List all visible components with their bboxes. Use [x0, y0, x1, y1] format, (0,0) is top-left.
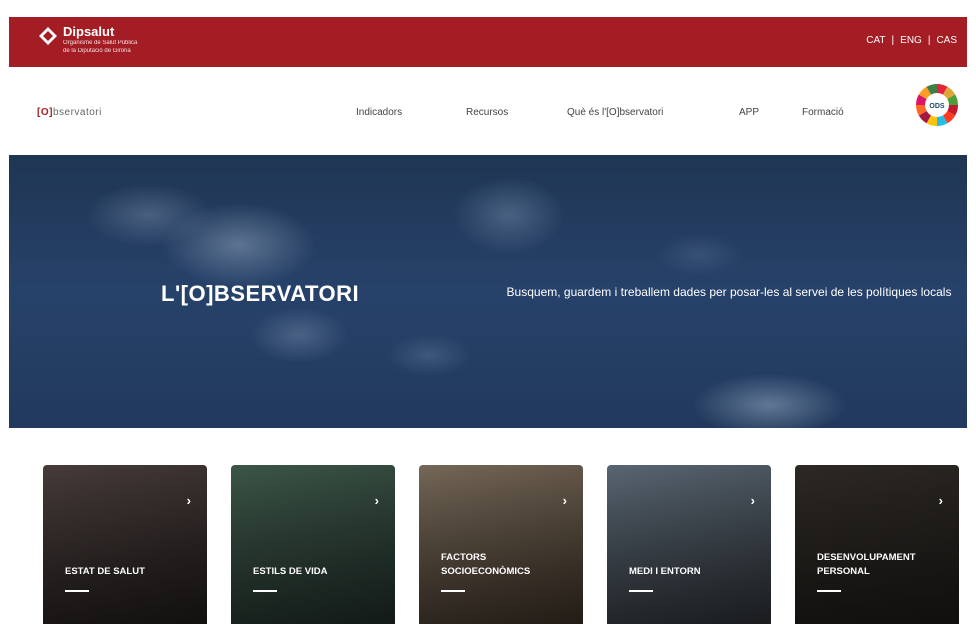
chevron-right-icon: ›	[186, 493, 191, 508]
card-overlay	[419, 465, 583, 624]
ods-wheel-icon[interactable]: ODS	[915, 83, 959, 127]
card-overlay	[607, 465, 771, 624]
card-label-line: DESENVOLUPAMENT	[817, 552, 916, 564]
card-factors-socioeconomics[interactable]: › FACTORS SOCIOECONÒMICS	[419, 465, 583, 624]
dipsalut-emblem-icon	[39, 27, 57, 45]
card-estils-de-vida[interactable]: › ESTILS DE VIDA	[231, 465, 395, 624]
card-label: DESENVOLUPAMENT PERSONAL	[817, 551, 916, 578]
site-logo-suffix: bservatori	[52, 107, 102, 118]
hero-tagline: Busquem, guardem i treballem dades per p…	[506, 285, 952, 299]
card-label: ESTILS DE VIDA	[253, 565, 327, 578]
site-logo-prefix: [O]	[37, 107, 53, 118]
lang-separator: |	[927, 35, 931, 46]
chevron-right-icon: ›	[750, 493, 755, 508]
card-underline	[441, 590, 465, 592]
main-navigation: [O]bservatori Indicadors Recursos Què és…	[9, 67, 967, 155]
brand-subtitle: de la Diputació de Girona	[63, 48, 131, 54]
card-label-line: SOCIOECONÒMICS	[441, 565, 531, 577]
card-medi-i-entorn[interactable]: › MEDI I ENTORN	[607, 465, 771, 624]
top-bar: Dipsalut Organisme de Salut Pública de l…	[9, 17, 967, 67]
chevron-right-icon: ›	[562, 493, 567, 508]
chevron-right-icon: ›	[938, 493, 943, 508]
brand-name: Dipsalut	[63, 24, 115, 39]
lang-separator: |	[891, 35, 895, 46]
lang-eng-link[interactable]: ENG	[900, 35, 922, 46]
card-overlay	[231, 465, 395, 624]
card-overlay	[795, 465, 959, 624]
card-underline	[65, 590, 89, 592]
lang-cas-link[interactable]: CAS	[936, 35, 957, 46]
card-label-line: PERSONAL	[817, 565, 870, 577]
lang-cat-link[interactable]: CAT	[866, 35, 885, 46]
brand-subtitle: Organisme de Salut Pública	[63, 40, 138, 46]
card-label: FACTORS SOCIOECONÒMICS	[441, 551, 530, 578]
card-label-line: ESTILS DE VIDA	[253, 565, 328, 577]
card-label-line: ESTAT DE SALUT	[65, 565, 145, 577]
nav-item-recursos[interactable]: Recursos	[466, 107, 508, 118]
nav-item-app[interactable]: APP	[739, 107, 759, 118]
card-label-line: FACTORS	[441, 552, 487, 564]
card-underline	[817, 590, 841, 592]
site-logo[interactable]: [O]bservatori	[37, 107, 102, 118]
card-label: MEDI I ENTORN	[629, 565, 701, 578]
nav-item-formacio[interactable]: Formació	[802, 107, 844, 118]
chevron-right-icon: ›	[374, 493, 379, 508]
ods-label: ODS	[929, 103, 945, 110]
card-overlay	[43, 465, 207, 624]
card-estat-de-salut[interactable]: › ESTAT DE SALUT	[43, 465, 207, 624]
card-label: ESTAT DE SALUT	[65, 565, 145, 578]
card-underline	[629, 590, 653, 592]
card-desenvolupament-personal[interactable]: › DESENVOLUPAMENT PERSONAL	[795, 465, 959, 624]
hero-title: L'[O]BSERVATORI	[161, 281, 360, 306]
card-label-line: MEDI I ENTORN	[629, 565, 701, 577]
hero-banner: L'[O]BSERVATORI Busquem, guardem i treba…	[9, 155, 967, 428]
dipsalut-logo[interactable]: Dipsalut Organisme de Salut Pública de l…	[39, 25, 137, 54]
language-switcher: CAT | ENG | CAS	[866, 35, 957, 46]
nav-item-indicadors[interactable]: Indicadors	[356, 107, 402, 118]
card-underline	[253, 590, 277, 592]
nav-item-que-es[interactable]: Què és l'[O]bservatori	[567, 107, 663, 118]
